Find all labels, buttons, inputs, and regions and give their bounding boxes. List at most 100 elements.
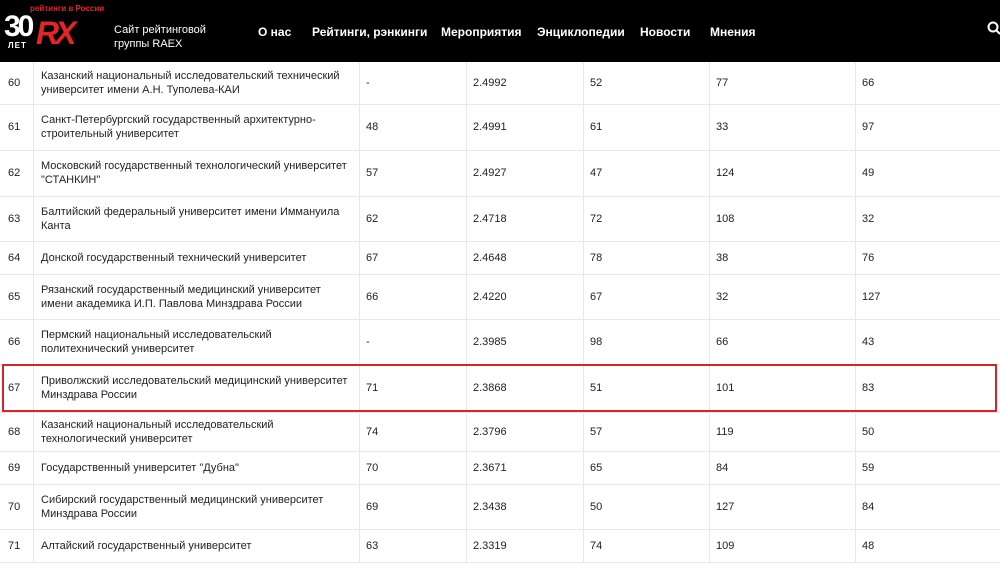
table-row: 60 Казанский национальный исследовательск… <box>0 62 1000 105</box>
university-name-cell: Донской государственный технический унив… <box>34 241 360 274</box>
raex-logo[interactable]: 30 ЛЕТ рейтинги в России RX <box>2 4 114 54</box>
value-cell: - <box>360 62 467 104</box>
value-cell: 32 <box>710 274 856 319</box>
table-row: 71 Алтайский государственный университет 6… <box>0 529 1000 563</box>
value-cell: 67 <box>584 274 710 319</box>
value-cell: 66 <box>862 77 875 89</box>
university-name-cell: Санкт-Петербургский государственный архи… <box>34 104 360 150</box>
value-cell: 69 <box>360 484 467 529</box>
nav-item-encyclopedias[interactable]: Энциклопедии <box>537 25 625 39</box>
value-cell: 124 <box>710 150 856 196</box>
value-cell: 78 <box>584 241 710 274</box>
value-cell: 48 <box>360 104 467 150</box>
score-cell: 2.3868 <box>467 364 584 412</box>
table-row: 69 Государственный университет "Дубна" 70 2… <box>0 451 1000 485</box>
value-cell: 72 <box>584 196 710 241</box>
value-cell: 38 <box>710 241 856 274</box>
table-row: 64 Донской государственный технический ун… <box>0 241 1000 275</box>
value-cell: 76 <box>862 251 875 264</box>
site-description: Сайт рейтинговой группы RAEX <box>114 24 206 50</box>
university-name-cell: Сибирский государственный медицинский ун… <box>34 484 360 529</box>
university-name-cell: Московский государственный технологическ… <box>34 150 360 196</box>
table-row: 65 Рязанский государственный медицинский … <box>0 274 1000 320</box>
university-name-cell: Приволжский исследовательский медицински… <box>34 364 360 412</box>
value-cell: 83 <box>862 382 875 394</box>
score-cell: 2.3671 <box>467 451 584 484</box>
rank-cell: 61 <box>0 104 34 150</box>
rank-cell: 68 <box>0 412 34 451</box>
value-cell: 59 <box>862 461 875 474</box>
value-cell: 66 <box>360 274 467 319</box>
score-cell: 2.4220 <box>467 274 584 319</box>
university-name-cell: Рязанский государственный медицинский ун… <box>34 274 360 319</box>
value-cell: 49 <box>862 167 875 179</box>
university-name-cell: Пермский национальный исследовательский … <box>34 319 360 364</box>
top-navigation-bar: 30 ЛЕТ рейтинги в России RX Сайт рейтинг… <box>0 0 1000 62</box>
university-name-cell: Алтайский государственный университет <box>34 529 360 562</box>
value-cell: 84 <box>862 500 875 513</box>
value-cell: 70 <box>360 451 467 484</box>
value-cell: 32 <box>862 212 875 225</box>
value-cell: 61 <box>584 104 710 150</box>
rank-cell: 71 <box>0 529 34 562</box>
table-row: 61 Санкт-Петербургский государственный ар… <box>0 104 1000 151</box>
rank-cell: 60 <box>0 62 34 104</box>
logo-years-suffix: ЛЕТ <box>8 41 27 50</box>
score-cell: 2.4927 <box>467 150 584 196</box>
value-cell: 119 <box>710 412 856 451</box>
nav-item-news[interactable]: Новости <box>640 25 690 39</box>
value-cell: 77 <box>710 62 856 104</box>
value-cell: 74 <box>360 412 467 451</box>
value-cell: 74 <box>584 529 710 562</box>
table-row: 63 Балтийский федеральный университет име… <box>0 196 1000 242</box>
nav-item-events[interactable]: Мероприятия <box>441 25 522 39</box>
nav-item-about[interactable]: О нас <box>258 25 291 39</box>
score-cell: 2.4991 <box>467 104 584 150</box>
rank-cell: 66 <box>0 319 34 364</box>
value-cell: 67 <box>360 241 467 274</box>
score-cell: 2.3796 <box>467 412 584 451</box>
score-cell: 2.3985 <box>467 319 584 364</box>
value-cell: 127 <box>862 290 881 303</box>
score-cell: 2.4992 <box>467 62 584 104</box>
score-cell: 2.3438 <box>467 484 584 529</box>
value-cell: 48 <box>862 539 875 552</box>
rank-cell: 62 <box>0 150 34 196</box>
nav-item-opinions[interactable]: Мнения <box>710 25 756 39</box>
value-cell: 57 <box>584 412 710 451</box>
logo-years: 30 <box>4 10 34 43</box>
search-icon[interactable] <box>987 21 1000 35</box>
university-name-cell: Казанский национальный исследовательский… <box>34 62 360 104</box>
value-cell: 50 <box>862 425 875 438</box>
value-cell: 127 <box>710 484 856 529</box>
value-cell: 108 <box>710 196 856 241</box>
value-cell: 50 <box>584 484 710 529</box>
rank-cell: 69 <box>0 451 34 484</box>
value-cell: 84 <box>710 451 856 484</box>
value-cell: 52 <box>584 62 710 104</box>
score-cell: 2.4648 <box>467 241 584 274</box>
value-cell: 66 <box>710 319 856 364</box>
value-cell: 57 <box>360 150 467 196</box>
value-cell: 97 <box>862 121 875 133</box>
rank-cell: 70 <box>0 484 34 529</box>
value-cell: 43 <box>862 335 875 348</box>
score-cell: 2.3319 <box>467 529 584 562</box>
nav-item-ratings[interactable]: Рейтинги, рэнкинги <box>312 25 427 39</box>
value-cell: 51 <box>584 364 710 412</box>
table-row: 68 Казанский национальный исследовательск… <box>0 412 1000 452</box>
rank-cell: 65 <box>0 274 34 319</box>
logo-brand: RX <box>36 15 77 51</box>
university-name-cell: Государственный университет "Дубна" <box>34 451 360 484</box>
table-row: 70 Сибирский государственный медицинский … <box>0 484 1000 530</box>
value-cell: 109 <box>710 529 856 562</box>
value-cell: - <box>360 319 467 364</box>
university-name-cell: Балтийский федеральный университет имени… <box>34 196 360 241</box>
value-cell: 63 <box>360 529 467 562</box>
value-cell: 71 <box>360 364 467 412</box>
table-row: 66 Пермский национальный исследовательски… <box>0 319 1000 365</box>
rank-cell: 67 <box>0 364 34 412</box>
table-row: 62 Московский государственный технологиче… <box>0 150 1000 197</box>
value-cell: 65 <box>584 451 710 484</box>
value-cell: 33 <box>710 104 856 150</box>
